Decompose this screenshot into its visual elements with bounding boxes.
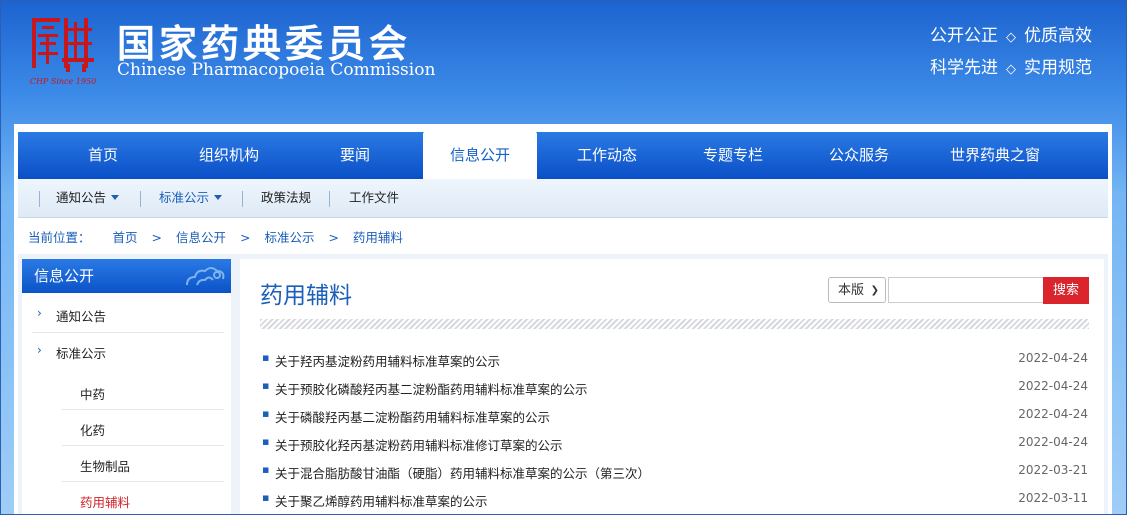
bullet-icon: ▪ <box>262 463 270 476</box>
chevron-right-icon: › <box>37 343 42 357</box>
caret-down-icon <box>111 195 120 200</box>
list-item-date: 2022-03-11 <box>1018 491 1088 505</box>
sidebar: 信息公开 › 通知公告 › 标准公示 中药 化药 生物制品 药用辅料 <box>22 259 231 514</box>
caret-down-icon <box>214 195 223 200</box>
content-panel: 首页 组织机构 要闻 信息公开 工作动态 专题专栏 公众服务 世界药典之窗 通知… <box>14 124 1112 514</box>
nav-item-info-disclosure[interactable]: 信息公开 <box>423 132 537 179</box>
chevron-right-icon: > <box>239 230 251 245</box>
cloud-ornament-icon <box>186 267 225 286</box>
list-item: ▪ 关于混合脂肪酸甘油酯（硬脂）药用辅料标准草案的公示（第三次） 2022-03… <box>262 463 1088 491</box>
list-item-date: 2022-04-24 <box>1018 407 1088 421</box>
bullet-icon: ▪ <box>262 351 270 364</box>
nav-item-news[interactable]: 要闻 <box>306 132 404 179</box>
slogan-text: 科学先进 <box>930 58 998 78</box>
list-item-date: 2022-04-24 <box>1018 379 1088 393</box>
divider <box>329 191 330 207</box>
divider <box>62 481 224 482</box>
chevron-right-icon: > <box>151 230 162 245</box>
divider <box>32 332 224 333</box>
diamond-icon: ◇ <box>1006 62 1016 77</box>
search-button[interactable]: 搜索 <box>1043 277 1089 304</box>
site-subtitle: Chinese Pharmacopoeia Commission <box>117 60 436 80</box>
sidebar-header: 信息公开 <box>22 259 231 293</box>
svg-text:CHP Since 1950: CHP Since 1950 <box>30 77 96 86</box>
list-item: ▪ 关于羟丙基淀粉药用辅料标准草案的公示 2022-04-24 <box>262 351 1088 379</box>
slogan: 公开公正 ◇ 优质高效 科学先进 ◇ 实用规范 <box>930 21 1092 85</box>
sidebar-child-tcm[interactable]: 中药 <box>80 384 105 403</box>
list-item-date: 2022-04-24 <box>1018 435 1088 449</box>
sidebar-child-biologics[interactable]: 生物制品 <box>80 456 130 475</box>
divider <box>62 445 224 446</box>
browser-frame: CHP Since 1950 国家药典委员会 Chinese Pharmacop… <box>0 0 1127 515</box>
list-item-date: 2022-03-21 <box>1018 463 1088 477</box>
search-scope-value: 本版 <box>838 283 865 298</box>
divider <box>62 409 224 410</box>
bullet-icon: ▪ <box>262 491 270 504</box>
list-item-title[interactable]: 关于混合脂肪酸甘油酯（硬脂）药用辅料标准草案的公示（第三次） <box>275 463 650 482</box>
list-item: ▪ 关于预胶化磷酸羟丙基二淀粉酯药用辅料标准草案的公示 2022-04-24 <box>262 379 1088 407</box>
bullet-icon: ▪ <box>262 407 270 420</box>
list-item-date: 2022-04-24 <box>1018 351 1088 365</box>
subnav-label: 通知公告 <box>56 190 107 205</box>
diamond-icon: ◇ <box>1006 30 1016 45</box>
content-area: 药用辅料 本版 ❯ 搜索 ▪ 关于羟丙基淀粉药用辅料标准草案的公示 2022-0… <box>240 259 1104 514</box>
divider <box>39 191 40 207</box>
bullet-icon: ▪ <box>262 435 270 448</box>
nav-item-organization[interactable]: 组织机构 <box>180 132 278 179</box>
subnav-item-standards[interactable]: 标准公示 <box>159 179 223 217</box>
breadcrumb-label: 当前位置： <box>28 230 91 245</box>
list-item-title[interactable]: 关于羟丙基淀粉药用辅料标准草案的公示 <box>275 351 500 370</box>
list-item: ▪ 关于聚乙烯醇药用辅料标准草案的公示 2022-03-11 <box>262 491 1088 514</box>
divider <box>140 191 141 207</box>
list-item: ▪ 关于预胶化羟丙基淀粉药用辅料标准修订草案的公示 2022-04-24 <box>262 435 1088 463</box>
breadcrumb-info[interactable]: 信息公开 <box>176 230 226 245</box>
nav-item-world-pharmacopoeia[interactable]: 世界药典之窗 <box>930 132 1060 179</box>
slogan-text: 公开公正 <box>930 26 998 46</box>
subnav-item-policies[interactable]: 政策法规 <box>261 179 311 217</box>
breadcrumb: 当前位置： 首页 > 信息公开 > 标准公示 > 药用辅料 <box>28 227 413 246</box>
slogan-text: 优质高效 <box>1024 26 1092 46</box>
list-item-title[interactable]: 关于预胶化磷酸羟丙基二淀粉酯药用辅料标准草案的公示 <box>275 379 588 398</box>
chevron-right-icon: › <box>37 306 42 320</box>
divider <box>242 191 243 207</box>
main-nav: 首页 组织机构 要闻 信息公开 工作动态 专题专栏 公众服务 世界药典之窗 <box>18 132 1108 179</box>
breadcrumb-standards[interactable]: 标准公示 <box>264 230 314 245</box>
logo-seal-icon: CHP Since 1950 <box>30 18 96 86</box>
site-logo[interactable]: CHP Since 1950 <box>28 14 98 86</box>
list-item-title[interactable]: 关于聚乙烯醇药用辅料标准草案的公示 <box>275 491 488 510</box>
chevron-right-icon: > <box>328 230 339 245</box>
search-input[interactable] <box>888 277 1044 303</box>
subnav-item-notices[interactable]: 通知公告 <box>56 179 120 217</box>
nav-item-special-topics[interactable]: 专题专栏 <box>684 132 782 179</box>
list-item: ▪ 关于磷酸羟丙基二淀粉酯药用辅料标准草案的公示 2022-04-24 <box>262 407 1088 435</box>
nav-item-work-updates[interactable]: 工作动态 <box>558 132 656 179</box>
list-item-title[interactable]: 关于预胶化羟丙基淀粉药用辅料标准修订草案的公示 <box>275 435 563 454</box>
main-area: 信息公开 › 通知公告 › 标准公示 中药 化药 生物制品 药用辅料 药用辅料 … <box>18 254 1108 514</box>
sidebar-child-excipients[interactable]: 药用辅料 <box>80 492 130 511</box>
subnav-label: 标准公示 <box>159 190 210 205</box>
page-title: 药用辅料 <box>260 283 352 309</box>
sidebar-child-chemical[interactable]: 化药 <box>80 420 105 439</box>
chevron-down-icon: ❯ <box>870 285 879 296</box>
list-item-title[interactable]: 关于磷酸羟丙基二淀粉酯药用辅料标准草案的公示 <box>275 407 550 426</box>
bullet-icon: ▪ <box>262 379 270 392</box>
search-scope-select[interactable]: 本版 ❯ <box>828 277 886 303</box>
sub-nav: 通知公告 标准公示 政策法规 工作文件 <box>18 179 1108 218</box>
sidebar-item-label: 标准公示 <box>56 346 107 361</box>
breadcrumb-current[interactable]: 药用辅料 <box>353 230 403 245</box>
subnav-item-work-files[interactable]: 工作文件 <box>349 179 399 217</box>
breadcrumb-home[interactable]: 首页 <box>113 230 138 245</box>
sidebar-item-label: 通知公告 <box>56 309 107 324</box>
nav-item-home[interactable]: 首页 <box>54 132 152 179</box>
divider-stripe <box>260 319 1089 329</box>
sidebar-title: 信息公开 <box>34 267 95 285</box>
nav-item-public-service[interactable]: 公众服务 <box>810 132 908 179</box>
slogan-text: 实用规范 <box>1024 58 1092 78</box>
